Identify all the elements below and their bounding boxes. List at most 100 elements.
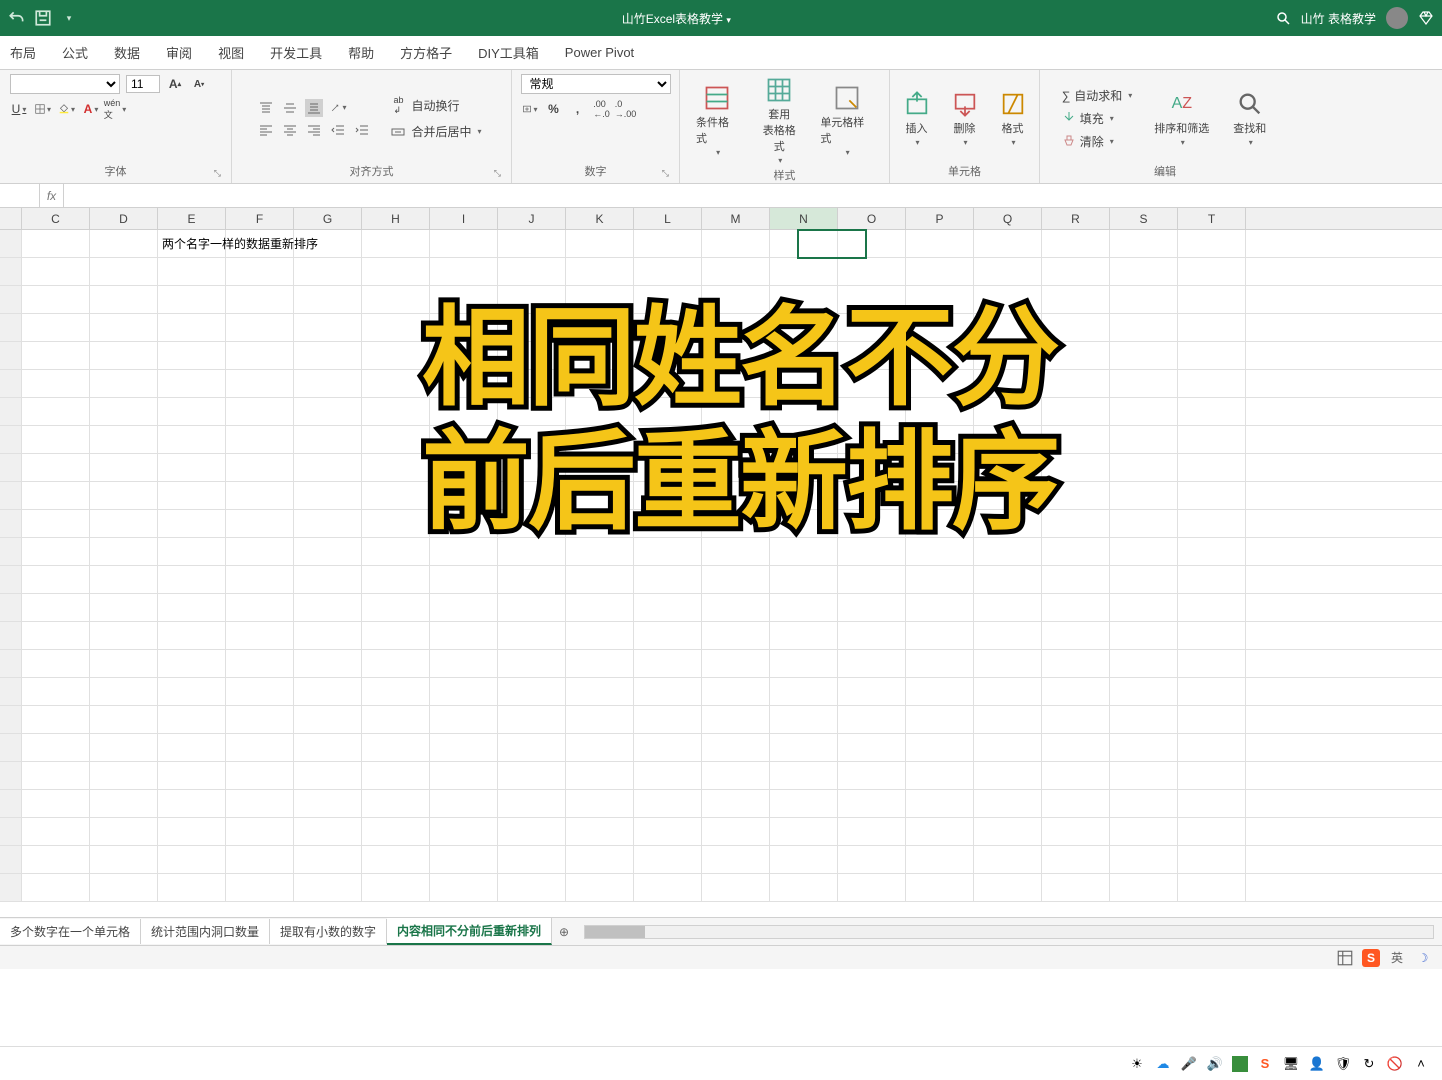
cell[interactable] [770, 258, 838, 285]
cell[interactable] [838, 286, 906, 313]
cell[interactable] [362, 650, 430, 677]
cell[interactable] [1042, 286, 1110, 313]
cell[interactable] [838, 874, 906, 901]
cell[interactable] [838, 398, 906, 425]
cell[interactable] [1178, 678, 1246, 705]
cell[interactable] [1042, 846, 1110, 873]
cell[interactable] [294, 706, 362, 733]
cell[interactable] [838, 594, 906, 621]
align-bottom-icon[interactable] [305, 99, 323, 117]
cell[interactable] [294, 678, 362, 705]
cell[interactable] [566, 370, 634, 397]
cell[interactable] [702, 342, 770, 369]
font-name-select[interactable] [10, 74, 120, 94]
cell[interactable] [770, 846, 838, 873]
cell[interactable] [362, 342, 430, 369]
cell[interactable] [770, 818, 838, 845]
cell[interactable] [566, 566, 634, 593]
cell[interactable] [294, 874, 362, 901]
cell[interactable] [430, 734, 498, 761]
row-header[interactable] [0, 454, 22, 481]
cell[interactable] [1042, 594, 1110, 621]
select-all-corner[interactable] [0, 208, 22, 229]
cell[interactable] [498, 538, 566, 565]
cell[interactable] [974, 594, 1042, 621]
cell[interactable] [702, 482, 770, 509]
cell[interactable] [1178, 622, 1246, 649]
cell[interactable] [566, 706, 634, 733]
cell[interactable] [634, 314, 702, 341]
cell[interactable] [566, 846, 634, 873]
cell[interactable] [974, 846, 1042, 873]
cell[interactable] [498, 762, 566, 789]
row-header[interactable] [0, 734, 22, 761]
cell[interactable] [430, 286, 498, 313]
qat-dropdown-icon[interactable]: ▾ [60, 9, 78, 27]
cell[interactable] [634, 650, 702, 677]
cell[interactable] [974, 230, 1042, 257]
cell[interactable] [226, 594, 294, 621]
cell[interactable] [362, 286, 430, 313]
cell[interactable] [430, 818, 498, 845]
cell[interactable] [770, 342, 838, 369]
column-header-M[interactable]: M [702, 208, 770, 229]
number-format-select[interactable]: 常规 [521, 74, 671, 94]
format-cells-button[interactable]: 格式 [993, 88, 1033, 149]
cell[interactable] [974, 734, 1042, 761]
cell[interactable] [90, 398, 158, 425]
tab-review[interactable]: 审阅 [164, 39, 194, 66]
cell[interactable] [498, 258, 566, 285]
save-icon[interactable] [34, 9, 52, 27]
cell[interactable] [226, 454, 294, 481]
cell[interactable] [226, 398, 294, 425]
undo-icon[interactable] [8, 9, 26, 27]
cell[interactable] [362, 818, 430, 845]
cell[interactable] [906, 538, 974, 565]
cell[interactable] [1042, 650, 1110, 677]
cell[interactable] [90, 538, 158, 565]
cell[interactable] [1110, 818, 1178, 845]
cell[interactable] [22, 454, 90, 481]
tray-volume-icon[interactable]: 🔊 [1206, 1055, 1224, 1073]
row-header[interactable] [0, 510, 22, 537]
cell[interactable] [362, 510, 430, 537]
cell[interactable] [974, 706, 1042, 733]
cell[interactable] [430, 874, 498, 901]
cell[interactable] [702, 594, 770, 621]
cell[interactable] [702, 874, 770, 901]
row-header[interactable] [0, 426, 22, 453]
phonetic-icon[interactable]: wén文 [106, 100, 124, 118]
cell[interactable] [1178, 706, 1246, 733]
cell[interactable] [634, 426, 702, 453]
column-header-S[interactable]: S [1110, 208, 1178, 229]
cell[interactable] [22, 286, 90, 313]
cell[interactable] [1042, 230, 1110, 257]
cell[interactable] [294, 622, 362, 649]
cell[interactable] [498, 846, 566, 873]
cell[interactable] [770, 398, 838, 425]
cell[interactable] [430, 258, 498, 285]
cell[interactable] [906, 734, 974, 761]
cell[interactable] [906, 510, 974, 537]
cell[interactable] [498, 594, 566, 621]
cell[interactable] [430, 510, 498, 537]
cell[interactable] [1178, 734, 1246, 761]
cell[interactable] [838, 454, 906, 481]
cell[interactable] [158, 622, 226, 649]
lang-indicator[interactable]: 英 [1388, 949, 1406, 967]
cell[interactable] [294, 566, 362, 593]
cell[interactable] [226, 874, 294, 901]
cell-style-button[interactable]: 单元格样式 [814, 82, 879, 159]
cell[interactable] [90, 454, 158, 481]
cell[interactable] [158, 286, 226, 313]
cell[interactable] [1178, 510, 1246, 537]
cell[interactable] [838, 790, 906, 817]
tray-refresh-icon[interactable]: ↻ [1360, 1055, 1378, 1073]
tray-up-icon[interactable]: ˄ [1412, 1055, 1430, 1073]
cell[interactable] [430, 426, 498, 453]
cell[interactable] [430, 398, 498, 425]
cell[interactable] [226, 678, 294, 705]
cell[interactable] [906, 342, 974, 369]
find-select-button[interactable]: 查找和 [1227, 88, 1272, 149]
tray-user-icon[interactable]: 👤 [1308, 1055, 1326, 1073]
